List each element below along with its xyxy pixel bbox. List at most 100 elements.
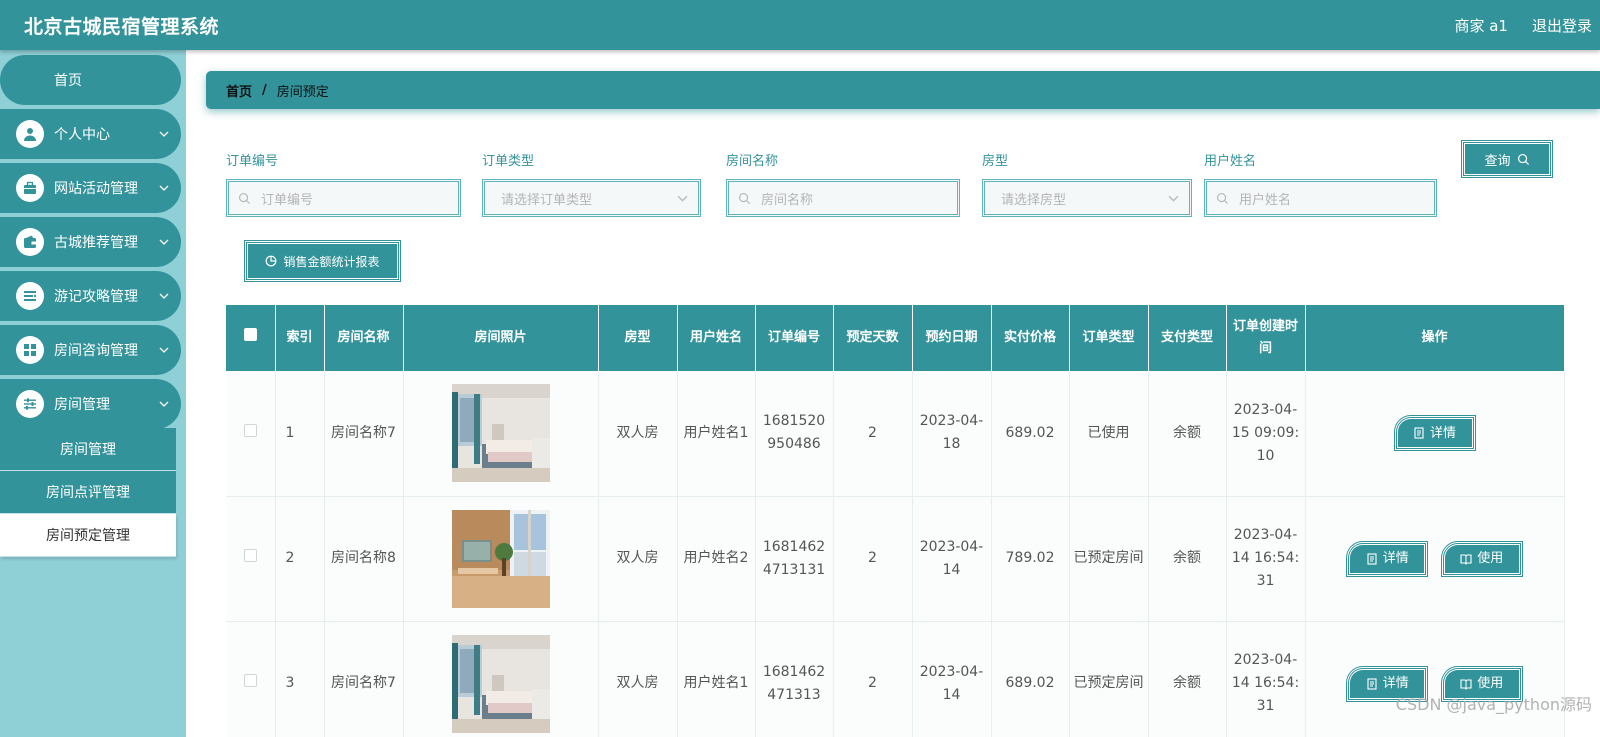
use-button-label: 使用 [1477,551,1504,566]
table-row: 3 房间名称7 双人房 用户姓名1 1681462471313 2 2023-0… [226,621,1565,737]
sidebar-item-recommend[interactable]: 古城推荐管理 [0,217,181,267]
room-photo[interactable] [451,509,550,608]
user-name-input[interactable]: 用户姓名 [1204,179,1437,217]
order-type-placeholder: 请选择订单类型 [501,192,593,208]
room-photo[interactable] [451,634,550,733]
column-header: 订单类型 [1069,305,1149,371]
submenu-room-management[interactable]: 房间管理 [0,428,176,471]
index-cell: 2 [275,496,325,622]
order-type-cell: 已使用 [1069,371,1149,497]
breadcrumb-home[interactable]: 首页 [226,81,252,100]
sliders-icon [16,390,44,418]
days-cell: 2 [833,621,913,737]
room-type-select[interactable]: 请选择房型 [982,179,1192,217]
sidebar-item-personal-center[interactable]: 个人中心 [0,109,181,159]
submenu-room-bookings[interactable]: 房间预定管理 [0,514,176,557]
briefcase-icon [16,174,44,202]
submenu-room-reviews[interactable]: 房间点评管理 [0,471,176,514]
search-icon [1517,153,1529,165]
order-no-cell: 16814624713131 [755,496,834,622]
room-type-cell: 双人房 [598,621,678,737]
sales-report-label: 销售金额统计报表 [283,254,380,269]
order-no-input[interactable]: 订单编号 [226,179,461,217]
list-icon [16,282,44,310]
detail-button-label: 详情 [1382,551,1409,566]
use-button[interactable]: 使用 [1440,540,1523,577]
document-icon [1367,677,1377,690]
chevron-down-icon [159,401,169,407]
document-icon [1414,427,1424,439]
column-header: 操作 [1305,305,1565,371]
column-header: 房型 [598,305,678,371]
chevron-down-icon [159,347,169,353]
breadcrumb: 首页 / 房间预定 [206,71,1600,109]
created-cell: 2023-04-14 16:54:31 [1226,496,1306,622]
document-icon [1367,552,1377,565]
table-row: 1 房间名称7 双人房 用户姓名1 1681520950486 2 2023-0… [226,371,1565,497]
search-icon [739,192,751,204]
created-cell: 2023-04-14 16:54:31 [1226,621,1306,737]
date-cell: 2023-04-18 [912,371,992,497]
room-name-input[interactable]: 房间名称 [726,179,960,217]
search-icon [239,192,251,204]
room-photo[interactable] [451,384,550,483]
row-checkbox[interactable] [243,423,257,437]
row-checkbox[interactable] [243,674,257,687]
days-cell: 2 [833,496,913,622]
chevron-down-icon [677,195,688,202]
order-no-cell: 1681520950486 [755,371,834,497]
room-name-placeholder: 房间名称 [761,192,814,208]
order-no-cell: 1681462471313 [755,621,834,737]
query-button[interactable]: 查询 [1461,140,1553,178]
sidebar-item-home[interactable]: 首页 [0,55,181,105]
current-user: 商家 a1 [1454,16,1508,35]
select-all-cell[interactable] [226,305,276,371]
column-header: 房间名称 [324,305,404,371]
sidebar-item-label: 游记攻略管理 [54,289,138,305]
user-name-cell: 用户姓名2 [677,496,756,622]
pay-type-cell: 余额 [1148,496,1227,622]
column-header: 实付价格 [991,305,1070,371]
order-type-cell: 已预定房间 [1069,621,1149,737]
row-checkbox[interactable] [243,549,257,562]
bookings-table: 索引 房间名称 房间照片 房型 用户姓名 订单编号 预定天数 预约日期 实付价格… [226,305,1565,737]
sidebar-item-room-management[interactable]: 房间管理 [0,379,181,429]
room-type-placeholder: 请选择房型 [1001,192,1067,208]
detail-button[interactable]: 详情 [1346,540,1429,577]
actions-cell: 详情 使用 [1305,496,1565,622]
logout-link[interactable]: 退出登录 [1532,15,1592,36]
detail-button[interactable]: 详情 [1393,415,1476,452]
chevron-down-icon [159,131,169,137]
price-cell: 689.02 [991,371,1070,497]
user-icon [16,120,44,148]
actions-cell: 详情 [1305,371,1565,497]
room-name-cell: 房间名称7 [324,621,404,737]
column-header: 索引 [275,305,325,371]
row-select-cell[interactable] [226,371,276,497]
order-type-cell: 已预定房间 [1069,496,1149,622]
actions-cell: 详情 使用 [1305,621,1565,737]
query-button-label: 查询 [1484,153,1511,169]
select-all-checkbox[interactable] [243,328,257,341]
sidebar-item-consult[interactable]: 房间咨询管理 [0,325,181,375]
sales-report-button[interactable]: 销售金额统计报表 [244,240,401,282]
room-name-cell: 房间名称8 [324,496,404,622]
column-header: 支付类型 [1148,305,1227,371]
grid-icon [16,336,44,364]
price-cell: 789.02 [991,496,1070,622]
wallet-icon [16,228,44,256]
column-header: 预定天数 [833,305,913,371]
row-select-cell[interactable] [226,496,276,622]
sidebar-item-label: 个人中心 [54,127,110,143]
user-name-cell: 用户姓名1 [677,371,756,497]
sidebar-item-travel-notes[interactable]: 游记攻略管理 [0,271,181,321]
chevron-down-icon [159,293,169,299]
row-select-cell[interactable] [226,621,276,737]
days-cell: 2 [833,371,913,497]
top-header: 北京古城民宿管理系统 商家 a1 退出登录 [0,0,1600,50]
order-type-select[interactable]: 请选择订单类型 [482,179,701,217]
sidebar-item-activities[interactable]: 网站活动管理 [0,163,181,213]
app-title: 北京古城民宿管理系统 [24,15,220,38]
room-type-cell: 双人房 [598,496,678,622]
index-cell: 3 [275,621,325,737]
